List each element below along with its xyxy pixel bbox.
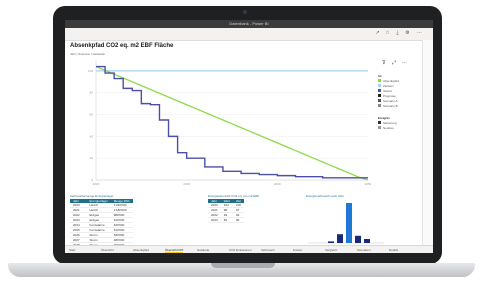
bar-2022[interactable] (346, 203, 352, 243)
table-row[interactable]: 2024 Fernwärme 640'000 (70, 222, 133, 228)
bar-chart-svg (308, 203, 384, 244)
legend-swatch (378, 104, 381, 107)
table-row[interactable]: 2020 104 100 (208, 203, 244, 208)
legend-label: Absenkpfad (383, 78, 399, 83)
camera-dot (243, 10, 247, 14)
table-cell: 2023 (208, 217, 221, 223)
legend-label: Sanierung (383, 120, 397, 125)
app-screen: Datenbank - Power BI ↗ ☆ ⤓ ⚙ ⋯ Absenkpfa… (65, 20, 433, 253)
line-chart: 0 20 40 60 80 100 2020 2030 2040 2050 (68, 56, 378, 186)
y-tick-label: 20 (90, 156, 94, 160)
expand-icon[interactable]: ⤢ (392, 60, 396, 66)
bookmark-icon[interactable]: ☆ (385, 31, 390, 36)
y-tick-label: 100 (88, 69, 93, 73)
page-tab[interactable]: Gebäude (197, 248, 209, 252)
table-row[interactable]: 2022 93 93 (208, 212, 244, 218)
panel-title: Energieverbrauch nach Jahr (306, 194, 344, 198)
x-tick-label: 2020 (93, 182, 100, 186)
filters-side-pane[interactable] (422, 40, 433, 245)
bar-2024[interactable] (364, 239, 370, 243)
x-tick-label: 2050 (365, 182, 372, 186)
legend-label: Prognose (383, 93, 396, 98)
page-tab[interactable]: Start (69, 248, 75, 252)
kpi-table: Jahr Wert Ziel 2020 104 100 2021 98 97 2022 93 93 2… (208, 199, 244, 223)
chart-legend: ⊽ ⤢ ⋯ Ist Absenkpfad Zielwert Istwert Progn… (378, 56, 422, 176)
y-tick-label: 80 (90, 91, 94, 95)
page-tab[interactable]: Übersicht KPI (165, 248, 184, 253)
page-tab[interactable]: Verbrauch (261, 248, 275, 252)
more-icon[interactable]: ⋯ (417, 31, 422, 36)
filter-icon[interactable]: ⊽ (382, 60, 386, 66)
laptop-notch (211, 263, 275, 268)
report-canvas: Absenkpfad CO2 eq. m2 EBF Fläche Jahr | … (68, 42, 422, 253)
series-line-absenkpfad[interactable] (95, 65, 369, 181)
legend-label: Szenario A (383, 98, 398, 103)
panel-title: Verbrauchsmenge Energieträger (70, 194, 114, 198)
legend-swatch (378, 84, 381, 87)
legend-swatch (378, 99, 381, 102)
legend-label: Istwert (383, 88, 392, 93)
bar-2023[interactable] (355, 235, 361, 243)
report-title: Absenkpfad CO2 eq. m2 EBF Fläche (70, 43, 174, 49)
page-tab[interactable]: Übersicht (101, 248, 114, 252)
table-row[interactable]: 2025 Fernwärme 610'000 (70, 227, 133, 233)
legend-label: Szenario B (383, 103, 398, 108)
table-cell: 90 (232, 217, 244, 223)
y-tick-label: 60 (90, 113, 94, 117)
line-chart-svg: 0204060801002020 2030 2040 2050 (88, 60, 372, 186)
bar-2021[interactable] (337, 234, 343, 243)
y-tick-label: 40 (90, 134, 94, 138)
legend-swatch (378, 121, 381, 124)
legend-label: Zielwert (383, 83, 394, 88)
share-icon[interactable]: ↗ (375, 31, 380, 36)
legend-swatch (378, 79, 381, 82)
bar-2020[interactable] (328, 241, 334, 243)
bar-chart-panel: Energieverbrauch nach Jahr (306, 194, 386, 250)
laptop-base (8, 263, 475, 277)
page-tab[interactable]: Szenarien (357, 248, 371, 252)
page-tab[interactable]: Absenkpfad (133, 248, 149, 252)
report-toolbar: ↗ ☆ ⤓ ⚙ ⋯ (65, 28, 433, 41)
x-tick-label: 2040 (274, 182, 281, 186)
panel-title: Energiekennzahl CO2 eq. pro m2 EBF (208, 194, 260, 198)
window-title: Datenbank - Power BI (229, 21, 269, 26)
export-icon[interactable]: ⤓ (395, 31, 400, 36)
window-titlebar: Datenbank - Power BI (65, 20, 433, 28)
legend-swatch (378, 89, 381, 92)
page-tab[interactable]: Kosten (293, 248, 302, 252)
legend-swatch (378, 94, 381, 97)
page-tabs: Start Übersicht Absenkpfad Übersicht KPI Geb… (65, 245, 433, 253)
settings-icon[interactable]: ⚙ (405, 31, 410, 36)
legend-item[interactable]: Szenario B (378, 103, 422, 108)
legend-swatch (378, 126, 381, 129)
legend-item[interactable]: Neubau (378, 125, 422, 130)
page-tab[interactable]: Vergleich (325, 248, 337, 252)
more-options-icon[interactable]: ⋯ (402, 60, 407, 66)
table-row[interactable]: 2023 84 90 (208, 217, 244, 223)
table-cell: 84 (220, 217, 233, 223)
table-row[interactable]: 2021 98 97 (208, 207, 244, 213)
x-tick-label: 2030 (183, 182, 190, 186)
legend-label: Neubau (383, 125, 394, 130)
kpi-table-panel: Energiekennzahl CO2 eq. pro m2 EBF Jahr W… (208, 194, 308, 223)
page-tab[interactable]: CO2 Emissionen (229, 248, 252, 252)
page-tab[interactable]: Details (389, 248, 398, 252)
